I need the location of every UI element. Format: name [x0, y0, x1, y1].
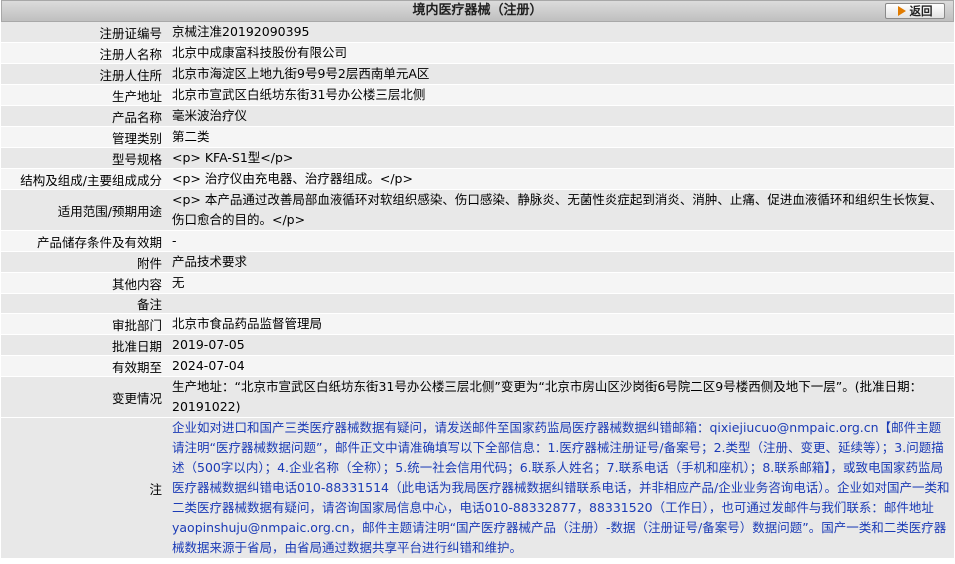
table-row: 注企业如对进口和国产三类医疗器械数据有疑问，请发送邮件至国家药监局医疗器械数据纠… — [1, 417, 954, 559]
table-row: 注册证编号 京械注准20192090395 — [1, 22, 954, 43]
table-row: 生产地址 北京市宣武区白纸坊东街31号办公楼三层北侧 — [1, 84, 954, 106]
field-label: 审批部门 — [1, 313, 168, 335]
field-value: 2019-07-05 — [168, 334, 954, 356]
table-row: 审批部门 北京市食品药品监督管理局 — [1, 313, 954, 335]
field-label: 注册证编号 — [1, 22, 168, 43]
field-label: 型号规格 — [1, 147, 168, 169]
field-label: 附件 — [1, 251, 168, 273]
table-row: 有效期至 2024-07-04 — [1, 355, 954, 377]
field-label: 批准日期 — [1, 334, 168, 356]
table-row: 结构及组成/主要组成成分 <p> 治疗仪由充电器、治疗器组成。</p> — [1, 168, 954, 190]
field-label: 变更情况 — [1, 376, 168, 418]
table-row: 注册人名称 北京中成康富科技股份有限公司 — [1, 42, 954, 64]
field-label: 产品名称 — [1, 105, 168, 127]
arrow-right-icon — [897, 6, 906, 16]
page-title: 境内医疗器械（注册） — [412, 3, 543, 18]
field-value: 无 — [168, 272, 954, 294]
field-label: 注册人名称 — [1, 42, 168, 64]
table-row: 适用范围/预期用途 <p> 本产品通过改善局部血液循环对软组织感染、伤口感染、静脉… — [1, 189, 954, 231]
field-value: <p> 治疗仪由充电器、治疗器组成。</p> — [168, 168, 954, 190]
note-text: 企业如对进口和国产三类医疗器械数据有疑问，请发送邮件至国家药监局医疗器械数据纠错… — [168, 417, 954, 559]
field-label: 注册人住所 — [1, 63, 168, 85]
field-label: 产品储存条件及有效期 — [1, 230, 168, 252]
field-label: 生产地址 — [1, 84, 168, 106]
table-row: 变更情况 生产地址：“北京市宣武区白纸坊东街31号办公楼三层北侧”变更为“北京市房… — [1, 376, 954, 418]
field-value: 北京市食品药品监督管理局 — [168, 313, 954, 335]
note-label: 注 — [1, 417, 168, 559]
back-button[interactable]: 返回 — [885, 3, 945, 19]
field-value: 北京市宣武区白纸坊东街31号办公楼三层北侧 — [168, 84, 954, 106]
detail-table: 注册证编号 京械注准20192090395 注册人名称 北京中成康富科技股份有限公司… — [1, 22, 954, 559]
page-header: 境内医疗器械（注册） 返回 — [1, 0, 954, 22]
field-value: - — [168, 230, 954, 252]
field-value: 北京中成康富科技股份有限公司 — [168, 42, 954, 64]
field-value: <p> 本产品通过改善局部血液循环对软组织感染、伤口感染、静脉炎、无菌性炎症起到… — [168, 189, 954, 231]
field-value: 2024-07-04 — [168, 355, 954, 377]
field-value: 第二类 — [168, 126, 954, 148]
field-label: 适用范围/预期用途 — [1, 189, 168, 231]
field-value: 北京市海淀区上地九街9号9号2层西南单元A区 — [168, 63, 954, 85]
field-value: 京械注准20192090395 — [168, 22, 954, 43]
table-row: 型号规格 <p> KFA-S1型</p> — [1, 147, 954, 169]
field-label: 备注 — [1, 293, 168, 314]
table-row: 批准日期 2019-07-05 — [1, 334, 954, 356]
back-button-label: 返回 — [909, 4, 933, 18]
field-label: 结构及组成/主要组成成分 — [1, 168, 168, 190]
table-row: 产品名称 毫米波治疗仪 — [1, 105, 954, 127]
table-row: 附件 产品技术要求 — [1, 251, 954, 273]
table-row: 其他内容无 — [1, 272, 954, 294]
table-row: 备注 — [1, 293, 954, 314]
table-row: 产品储存条件及有效期 - — [1, 230, 954, 252]
field-value: 生产地址：“北京市宣武区白纸坊东街31号办公楼三层北侧”变更为“北京市房山区沙岗… — [168, 376, 954, 418]
field-value: <p> KFA-S1型</p> — [168, 147, 954, 169]
field-label: 有效期至 — [1, 355, 168, 377]
field-label: 其他内容 — [1, 272, 168, 294]
table-row: 管理类别 第二类 — [1, 126, 954, 148]
field-value: 产品技术要求 — [168, 251, 954, 273]
field-label: 管理类别 — [1, 126, 168, 148]
field-value — [168, 293, 954, 314]
field-value: 毫米波治疗仪 — [168, 105, 954, 127]
table-row: 注册人住所 北京市海淀区上地九街9号9号2层西南单元A区 — [1, 63, 954, 85]
